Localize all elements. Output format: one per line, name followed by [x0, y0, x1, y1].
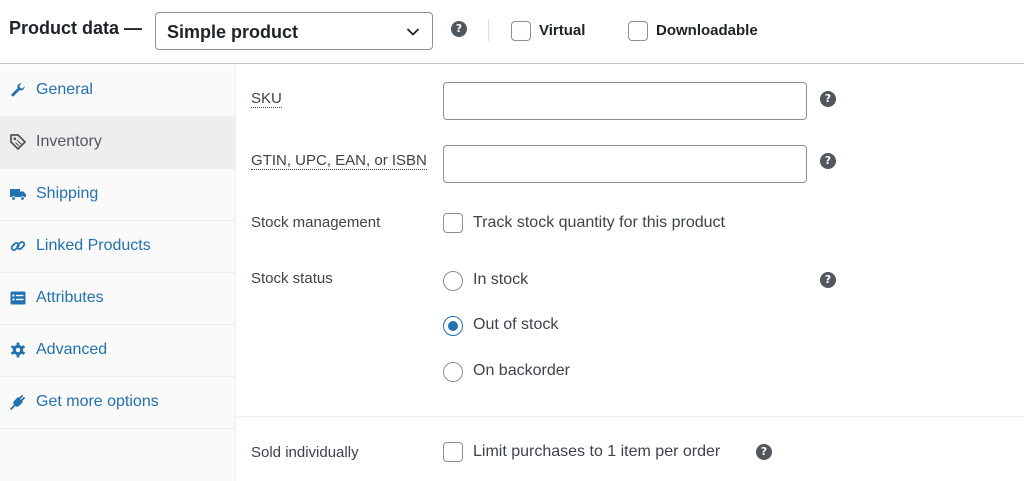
- track-stock-label[interactable]: Track stock quantity for this product: [473, 214, 725, 232]
- product-data-title: Product data —: [9, 18, 143, 38]
- tab-attributes[interactable]: Attributes: [0, 273, 235, 325]
- tab-label-linked-products: Linked Products: [36, 237, 151, 254]
- sold-individually-label: Sold individually: [251, 444, 359, 461]
- on-backorder-radio[interactable]: [443, 362, 463, 382]
- tab-general[interactable]: General: [0, 65, 235, 117]
- list-icon: [10, 291, 26, 305]
- product-type-select[interactable]: Simple product: [155, 12, 433, 50]
- product-data-tabs: General Inventory Shipping Linked Produc…: [0, 65, 236, 481]
- truck-icon: [10, 189, 26, 201]
- tab-label-get-more-options: Get more options: [36, 393, 159, 410]
- chevron-down-icon: [407, 28, 419, 36]
- tab-label-inventory: Inventory: [36, 133, 102, 150]
- gtin-input[interactable]: [443, 145, 807, 183]
- virtual-checkbox[interactable]: [511, 21, 531, 41]
- stock-management-label: Stock management: [251, 214, 381, 231]
- gtin-help-icon[interactable]: ?: [820, 153, 836, 169]
- tab-linked-products[interactable]: Linked Products: [0, 221, 235, 273]
- gear-icon: [11, 342, 25, 358]
- track-stock-checkbox[interactable]: [443, 213, 463, 233]
- tab-label-advanced: Advanced: [36, 341, 108, 358]
- link-icon: [10, 241, 26, 251]
- plug-icon: [10, 395, 25, 410]
- virtual-label[interactable]: Virtual: [539, 22, 585, 39]
- stock-status-help-icon[interactable]: ?: [820, 272, 836, 288]
- sold-individually-help-icon[interactable]: ?: [756, 444, 772, 460]
- product-data-header: Product data — Simple product ? Virtual …: [0, 0, 1024, 64]
- tab-inventory[interactable]: Inventory: [0, 117, 235, 169]
- in-stock-label[interactable]: In stock: [473, 271, 528, 289]
- tab-advanced[interactable]: Advanced: [0, 325, 235, 377]
- product-type-value: Simple product: [167, 22, 299, 42]
- out-of-stock-label[interactable]: Out of stock: [473, 316, 558, 334]
- tab-label-attributes: Attributes: [36, 289, 104, 306]
- tag-icon: [10, 134, 26, 150]
- limit-purchases-label[interactable]: Limit purchases to 1 item per order: [473, 443, 720, 461]
- downloadable-checkbox[interactable]: [628, 21, 648, 41]
- tab-label-shipping: Shipping: [36, 185, 99, 202]
- downloadable-label[interactable]: Downloadable: [656, 22, 758, 39]
- tab-shipping[interactable]: Shipping: [0, 169, 235, 221]
- product-type-help-icon[interactable]: ?: [451, 21, 467, 37]
- stock-status-label: Stock status: [251, 270, 333, 287]
- on-backorder-label[interactable]: On backorder: [473, 362, 570, 380]
- section-divider: [237, 416, 1024, 417]
- header-divider: [488, 19, 489, 41]
- sku-help-icon[interactable]: ?: [820, 91, 836, 107]
- sku-input[interactable]: [443, 82, 807, 120]
- in-stock-radio[interactable]: [443, 271, 463, 291]
- tab-get-more-options[interactable]: Get more options: [0, 377, 235, 429]
- limit-purchases-checkbox[interactable]: [443, 442, 463, 462]
- tab-label-general: General: [36, 81, 93, 98]
- gtin-label: GTIN, UPC, EAN, or ISBN: [251, 152, 427, 170]
- sku-label: SKU: [251, 90, 282, 108]
- wrench-icon: [11, 83, 25, 97]
- out-of-stock-radio[interactable]: [443, 316, 463, 336]
